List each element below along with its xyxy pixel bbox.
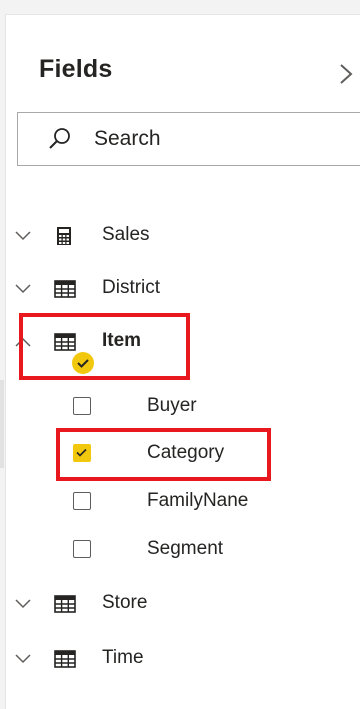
selected-check-badge-icon — [72, 352, 94, 374]
field-label: Buyer — [147, 395, 197, 416]
calculator-icon — [54, 226, 74, 246]
table-icon — [54, 332, 76, 352]
field-row-familynane[interactable]: FamilyNane — [0, 483, 355, 523]
table-row-district[interactable]: District — [0, 270, 355, 310]
table-label: District — [102, 277, 161, 298]
field-checkbox[interactable] — [73, 540, 91, 558]
field-checkbox[interactable] — [73, 492, 91, 510]
table-label: Item — [102, 330, 142, 351]
table-row-store[interactable]: Store — [0, 585, 355, 625]
table-icon — [54, 279, 76, 299]
field-label: FamilyNane — [147, 490, 249, 511]
table-row-time[interactable]: Time — [0, 640, 355, 680]
panel-title: Fields — [39, 55, 113, 83]
field-label: Category — [147, 442, 225, 463]
table-label: Time — [102, 647, 144, 668]
field-row-category[interactable]: Category — [0, 435, 355, 475]
search-icon — [47, 125, 73, 151]
chevron-up-icon[interactable] — [14, 333, 32, 351]
field-checkbox[interactable] — [73, 397, 91, 415]
field-checkbox-checked[interactable] — [73, 444, 91, 462]
table-icon — [54, 594, 76, 614]
field-row-buyer[interactable]: Buyer — [0, 388, 355, 428]
table-label: Store — [102, 592, 148, 613]
chevron-down-icon[interactable] — [14, 280, 32, 298]
table-icon — [54, 649, 76, 669]
search-input[interactable]: Search — [17, 112, 360, 166]
field-label: Segment — [147, 538, 224, 559]
chevron-down-icon[interactable] — [14, 595, 32, 613]
search-placeholder: Search — [94, 127, 161, 150]
fields-pane-page: Fields Search Sales District Item Buyer … — [0, 0, 360, 709]
chevron-down-icon[interactable] — [14, 650, 32, 668]
chevron-down-icon[interactable] — [14, 227, 32, 245]
table-label: Sales — [102, 224, 150, 245]
chevron-right-icon[interactable] — [336, 59, 358, 89]
field-row-segment[interactable]: Segment — [0, 531, 355, 571]
table-row-item[interactable]: Item — [0, 323, 355, 363]
table-row-sales[interactable]: Sales — [0, 217, 355, 257]
